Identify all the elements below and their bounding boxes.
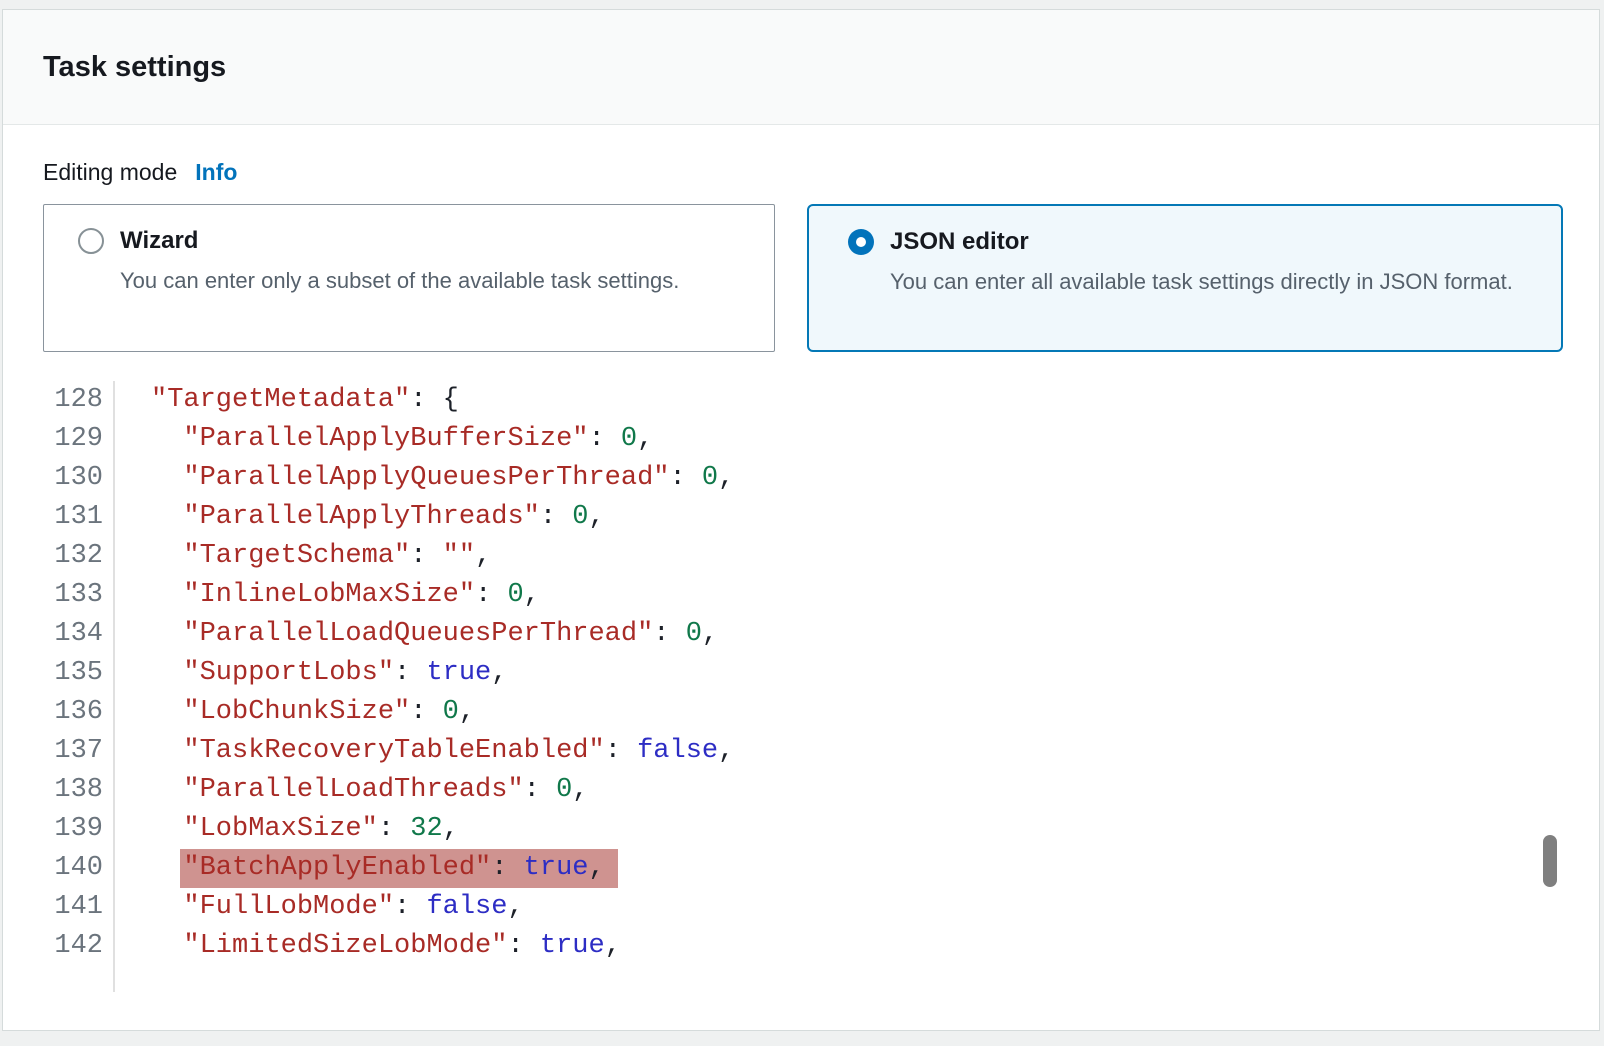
task-settings-panel: Task settings Editing mode Info Wizard Y… (2, 9, 1600, 1031)
json-editor-radio-row: JSON editor (848, 228, 1541, 256)
scrollbar-thumb[interactable] (1543, 835, 1557, 887)
editing-mode-options: Wizard You can enter only a subset of th… (43, 204, 1599, 352)
line-number: 136 (43, 693, 115, 732)
code-line[interactable]: 132 "TargetSchema": "", (43, 537, 1599, 576)
json-editor-option-description: You can enter all available task setting… (890, 265, 1541, 298)
editing-mode-label: Editing mode (43, 159, 177, 186)
wizard-radio-row: Wizard (78, 227, 754, 255)
code-line[interactable]: 131 "ParallelApplyThreads": 0, (43, 498, 1599, 537)
line-number: 130 (43, 459, 115, 498)
info-link[interactable]: Info (195, 159, 237, 186)
code-line[interactable]: 128"TargetMetadata": { (43, 381, 1599, 420)
json-editor-radio-icon[interactable] (848, 229, 874, 255)
code-line[interactable]: 139 "LobMaxSize": 32, (43, 810, 1599, 849)
panel-body: Editing mode Info Wizard You can enter o… (3, 125, 1599, 992)
code-line[interactable]: 136 "LobChunkSize": 0, (43, 693, 1599, 732)
line-number: 129 (43, 420, 115, 459)
page-title: Task settings (43, 51, 226, 84)
json-editor-option-card[interactable]: JSON editor You can enter all available … (807, 204, 1563, 352)
code-line[interactable]: 130 "ParallelApplyQueuesPerThread": 0, (43, 459, 1599, 498)
editing-mode-row: Editing mode Info (43, 159, 1599, 186)
code-line[interactable]: 135 "SupportLobs": true, (43, 654, 1599, 693)
line-number: 128 (43, 381, 115, 420)
code-line[interactable]: 142 "LimitedSizeLobMode": true, (43, 927, 1599, 966)
json-editor-option-label: JSON editor (890, 228, 1029, 256)
code-line[interactable]: 141 "FullLobMode": false, (43, 888, 1599, 927)
line-number: 137 (43, 732, 115, 771)
code-lines: 128"TargetMetadata": {129 "ParallelApply… (43, 381, 1599, 966)
code-line[interactable]: 129 "ParallelApplyBufferSize": 0, (43, 420, 1599, 459)
code-line[interactable]: 140 "BatchApplyEnabled": true, (43, 849, 1599, 888)
line-number: 140 (43, 849, 115, 888)
line-number: 141 (43, 888, 115, 927)
panel-header: Task settings (3, 10, 1599, 125)
highlighted-code: "BatchApplyEnabled": true, (180, 849, 617, 888)
line-number: 134 (43, 615, 115, 654)
wizard-radio-icon[interactable] (78, 228, 104, 254)
line-number: 139 (43, 810, 115, 849)
wizard-option-description: You can enter only a subset of the avail… (120, 264, 754, 297)
line-number: 131 (43, 498, 115, 537)
code-line[interactable]: 137 "TaskRecoveryTableEnabled": false, (43, 732, 1599, 771)
code-line[interactable]: 133 "InlineLobMaxSize": 0, (43, 576, 1599, 615)
code-line[interactable]: 134 "ParallelLoadQueuesPerThread": 0, (43, 615, 1599, 654)
gutter-filler (43, 966, 1599, 992)
line-number: 142 (43, 927, 115, 966)
json-code-editor[interactable]: 128"TargetMetadata": {129 "ParallelApply… (43, 381, 1599, 992)
line-number: 132 (43, 537, 115, 576)
line-number: 138 (43, 771, 115, 810)
wizard-option-label: Wizard (120, 227, 198, 255)
wizard-option-card[interactable]: Wizard You can enter only a subset of th… (43, 204, 775, 352)
code-line[interactable]: 138 "ParallelLoadThreads": 0, (43, 771, 1599, 810)
line-number: 135 (43, 654, 115, 693)
line-number: 133 (43, 576, 115, 615)
